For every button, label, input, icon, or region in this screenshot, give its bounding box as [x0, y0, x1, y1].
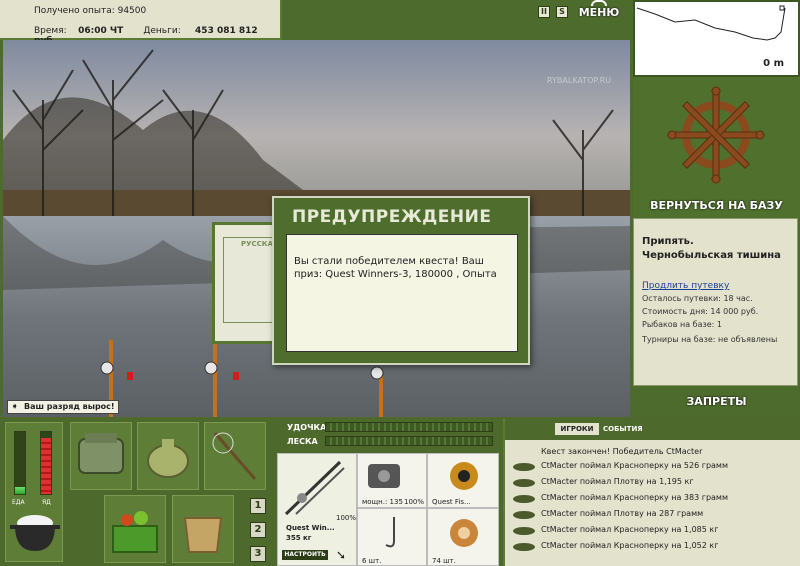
sound-button[interactable]: S — [556, 6, 568, 18]
time-label: Время: — [34, 26, 67, 36]
tournaments-status: Турниры на базе: не объявлены — [642, 335, 778, 344]
location-name-2: Чернобыльская тишина — [642, 250, 781, 261]
dialog-message: Вы стали победителем квеста! Ваш приз: Q… — [286, 234, 518, 352]
reel-power: мощн.: 135 — [362, 498, 403, 506]
food-basket-icon — [112, 511, 158, 553]
events-tabs: ИГРОКИ СОБЫТИЯ — [505, 418, 800, 440]
line-name: Quest Fis... — [432, 498, 471, 506]
quest-finished-text: Квест закончен! Победитель CtMacter — [541, 447, 703, 456]
tab-players[interactable]: ИГРОКИ — [555, 423, 599, 435]
bait-icon — [450, 519, 478, 547]
poison-label: ЯД — [42, 499, 51, 506]
tab-events[interactable]: СОБЫТИЯ — [603, 423, 643, 435]
fish-icon — [513, 543, 535, 551]
status-slot: ЕДА ЯД — [5, 422, 63, 562]
food-label: ЕДА — [12, 499, 25, 506]
line-label: ЛЕСКА — [287, 437, 318, 446]
depth-map[interactable]: 0 m — [633, 0, 800, 77]
fish-icon — [513, 463, 535, 471]
warning-dialog[interactable]: ПРЕДУПРЕЖДЕНИЕ Вы стали победителем квес… — [272, 196, 530, 365]
location-panel: Припять. Чернобыльская тишина Продлить п… — [633, 218, 798, 386]
rod-cell[interactable]: Quest Win... 355 кг 100% НАСТРОИТЬ ➘ — [277, 453, 357, 566]
event-item: CtMacter поймал Красноперку на 1,052 кг — [541, 541, 719, 550]
slot-page-2-button[interactable]: 2 — [250, 522, 266, 538]
rod-percent: 100% — [336, 514, 357, 522]
return-to-base-button[interactable]: ВЕРНУТЬСЯ НА БАЗУ — [633, 196, 800, 216]
rank-notification[interactable]: ➧ Ваш разряд вырос! — [7, 400, 119, 414]
line-tension-bar — [325, 436, 493, 446]
food-bar — [14, 431, 26, 495]
fishing-rod-icon — [284, 460, 345, 516]
fish-icon — [513, 511, 535, 519]
tackle-panel: УДОЧКА ЛЕСКА Quest Win... 355 кг 100% НА… — [277, 418, 499, 566]
poison-bar-fill — [41, 438, 51, 494]
background-frame — [223, 237, 279, 323]
event-item: CtMacter поймал Плотву на 287 грамм — [541, 509, 704, 518]
hook-count: 6 шт. — [362, 557, 382, 565]
poison-bar — [40, 431, 52, 495]
line-spool-icon — [450, 462, 478, 490]
food-bar-fill — [15, 486, 25, 494]
event-item: CtMacter поймал Плотву на 1,195 кг — [541, 477, 694, 486]
rod-name: Quest Win... — [286, 524, 335, 532]
bag-icon — [78, 433, 124, 474]
extend-trip-link[interactable]: Продлить путевку — [642, 281, 789, 291]
player-info-panel: Получено опыта: 94500 Время: 06:00 ЧТ Де… — [0, 0, 282, 46]
event-item: CtMacter поймал Красноперку на 1,085 кг — [541, 525, 719, 534]
inventory-slot-bag[interactable] — [70, 422, 132, 490]
reel-percent: 100% — [404, 498, 425, 506]
pause-button[interactable]: II — [538, 6, 550, 18]
landing-net-icon — [212, 432, 257, 480]
depth-label: 0 m — [763, 58, 784, 69]
event-item: CtMacter поймал Красноперку на 383 грамм — [541, 493, 728, 502]
watermark-text: RYBALKATOP.RU — [547, 76, 612, 85]
experience-text: Получено опыта: 94500 — [34, 6, 147, 16]
hook-cell[interactable]: 6 шт. — [357, 508, 427, 566]
dialog-title: ПРЕДУПРЕЖДЕНИЕ — [292, 207, 492, 227]
trip-remaining: Осталось путевки: 18 час. — [642, 294, 753, 303]
fish-icon — [513, 479, 535, 487]
ship-wheel-icon — [667, 86, 765, 184]
inventory-slot-sack[interactable] — [137, 422, 199, 490]
rod-weight: 355 кг — [286, 534, 312, 542]
events-panel: ИГРОКИ СОБЫТИЯ Квест закончен! Победител… — [503, 418, 800, 566]
gear-box: Quest Win... 355 кг 100% НАСТРОИТЬ ➘ мощ… — [277, 453, 499, 566]
inventory-slot-basket[interactable] — [104, 495, 166, 563]
bans-button[interactable]: ЗАПРЕТЫ — [633, 392, 800, 412]
inventory-slot-bucket[interactable] — [172, 495, 234, 563]
background-window: РУССКАЯ — [212, 222, 279, 344]
money-label: Деньги: — [143, 26, 181, 36]
sack-icon — [147, 439, 189, 478]
hook-icon — [385, 517, 395, 548]
rod-label: УДОЧКА — [287, 423, 327, 432]
bait-cell[interactable]: 74 шт. — [427, 508, 499, 566]
rod-tension-bar — [325, 422, 493, 432]
cooking-pot-icon[interactable] — [10, 511, 60, 555]
fish-icon — [513, 527, 535, 535]
bucket-icon — [183, 517, 223, 553]
reel-cell[interactable]: мощн.: 135 100% — [357, 453, 427, 508]
time-value: 06:00 ЧТ — [78, 26, 124, 36]
event-item: CtMacter поймал Красноперку на 526 грамм — [541, 461, 728, 470]
location-name-1: Припять. — [642, 236, 694, 247]
day-cost: Стоимость дня: 14 000 руб. — [642, 307, 759, 316]
anglers-count: Рыбаков на базе: 1 — [642, 320, 722, 329]
slot-page-3-button[interactable]: 3 — [250, 546, 266, 562]
slot-page-1-button[interactable]: 1 — [250, 498, 266, 514]
menu-button[interactable]: МЕНЮ — [578, 6, 620, 24]
rank-text: Ваш разряд вырос! — [24, 402, 115, 411]
setup-button[interactable]: НАСТРОИТЬ — [282, 550, 328, 560]
reel-icon — [368, 464, 400, 488]
line-cell[interactable]: Quest Fis... — [427, 453, 499, 508]
inventory-slot-net[interactable] — [204, 422, 266, 490]
bait-count: 74 шт. — [432, 557, 456, 565]
cast-arrow-icon[interactable]: ➘ — [336, 548, 346, 562]
fish-icon — [513, 495, 535, 503]
arrow-right-icon: ➧ — [11, 402, 19, 412]
